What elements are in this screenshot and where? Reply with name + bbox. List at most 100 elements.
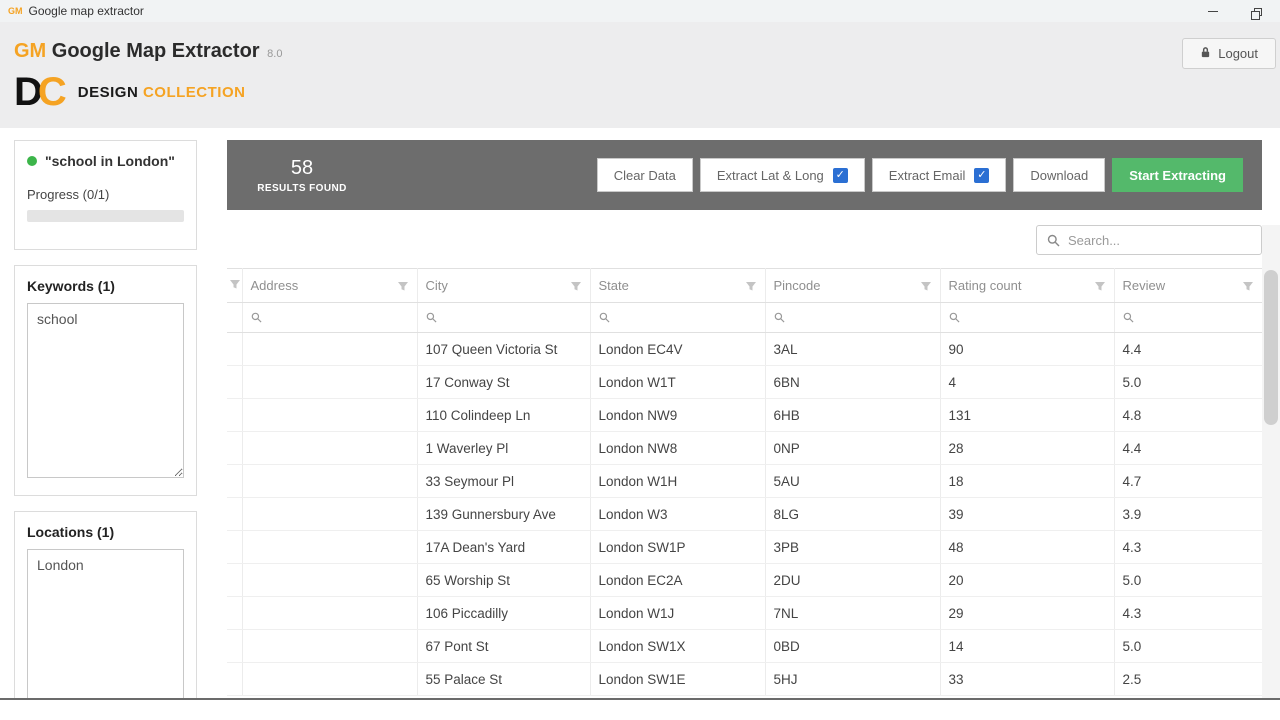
column-header-state[interactable]: State [590, 268, 766, 303]
table-row[interactable]: 106 Piccadilly London W1J 7NL 29 4.3 [227, 596, 1263, 630]
dc-logo-d: D [14, 70, 43, 114]
filter-cell-state[interactable] [590, 302, 766, 333]
cell-address [242, 398, 418, 432]
results-table: Address City State Pincode Rating count … [227, 268, 1263, 696]
cell-city: 139 Gunnersbury Ave [417, 497, 591, 531]
table-row[interactable]: 65 Worship St London EC2A 2DU 20 5.0 [227, 563, 1263, 597]
column-filter-input[interactable] [965, 310, 1106, 325]
filter-cell-city[interactable] [417, 302, 591, 333]
filter-cell-pincode[interactable] [765, 302, 941, 333]
clear-data-button[interactable]: Clear Data [596, 158, 693, 192]
search-box[interactable] [1036, 225, 1262, 255]
cell-pincode: 3PB [765, 530, 941, 564]
table-row[interactable]: 55 Palace St London SW1E 5HJ 33 2.5 [227, 662, 1263, 696]
table-row[interactable]: 139 Gunnersbury Ave London W3 8LG 39 3.9 [227, 497, 1263, 531]
cell-address [242, 365, 418, 399]
filter-funnel-icon[interactable] [745, 280, 757, 292]
cell-review: 5.0 [1114, 563, 1263, 597]
cell-city: 107 Queen Victoria St [417, 332, 591, 366]
cell-address [242, 332, 418, 366]
logout-label: Logout [1218, 46, 1258, 61]
window-bottom-border [0, 698, 1280, 700]
table-row[interactable]: 1 Waverley Pl London NW8 0NP 28 4.4 [227, 431, 1263, 465]
column-filter-input[interactable] [267, 310, 409, 325]
cell-state: London W1H [590, 464, 766, 498]
column-header-partial[interactable] [227, 268, 243, 303]
table-header-row: Address City State Pincode Rating count … [227, 268, 1263, 303]
search-icon [1047, 234, 1060, 247]
filter-funnel-icon[interactable] [229, 278, 241, 290]
extract-email-checkbox[interactable]: ✓ [974, 167, 990, 183]
filter-cell-address[interactable] [242, 302, 418, 333]
filter-row [227, 302, 1263, 333]
table-row[interactable]: 33 Seymour Pl London W1H 5AU 18 4.7 [227, 464, 1263, 498]
filter-search-icon [426, 312, 437, 323]
cell-city: 106 Piccadilly [417, 596, 591, 630]
cell-rating-count: 4 [940, 365, 1115, 399]
download-button[interactable]: Download [1013, 158, 1106, 192]
search-input[interactable] [1068, 232, 1251, 248]
filter-cell-rating-count[interactable] [940, 302, 1115, 333]
filter-funnel-icon[interactable] [1094, 280, 1106, 292]
cell-city: 1 Waverley Pl [417, 431, 591, 465]
extract-latlong-button[interactable]: Extract Lat & Long ✓ [699, 158, 865, 192]
clear-data-label: Clear Data [613, 167, 676, 183]
cell-city: 17 Conway St [417, 365, 591, 399]
app-header: GM Google Map Extractor 8.0 DC DESIGN CO… [0, 22, 1280, 128]
brand-word-design: DESIGN [77, 83, 139, 101]
cell-partial [227, 464, 243, 498]
column-filter-input[interactable] [442, 310, 582, 325]
column-label: Review [1122, 278, 1166, 293]
keywords-title: Keywords (1) [27, 278, 115, 294]
column-label: State [598, 278, 629, 293]
dc-logo: DC [14, 72, 68, 112]
cell-state: London NW9 [590, 398, 766, 432]
cell-state: London SW1E [590, 662, 766, 696]
sidebar: "school in London" Progress (0/1) Keywor… [14, 140, 197, 698]
cell-partial [227, 497, 243, 531]
column-filter-input[interactable] [615, 310, 757, 325]
table-row[interactable]: 17 Conway St London W1T 6BN 4 5.0 [227, 365, 1263, 399]
cell-review: 3.9 [1114, 497, 1263, 531]
column-filter-input[interactable] [790, 310, 932, 325]
filter-funnel-icon[interactable] [1242, 280, 1254, 292]
keywords-input[interactable]: school [27, 303, 184, 478]
column-filter-input[interactable] [1139, 310, 1254, 325]
cell-city: 33 Seymour Pl [417, 464, 591, 498]
column-header-address[interactable]: Address [242, 268, 418, 303]
filter-funnel-icon[interactable] [920, 280, 932, 292]
logout-button[interactable]: Logout [1182, 38, 1276, 69]
table-row[interactable]: 67 Pont St London SW1X 0BD 14 5.0 [227, 629, 1263, 663]
extract-latlong-checkbox[interactable]: ✓ [832, 167, 848, 183]
filter-funnel-icon[interactable] [397, 280, 409, 292]
results-count: 58 [290, 156, 314, 179]
table-row[interactable]: 17A Dean's Yard London SW1P 3PB 48 4.3 [227, 530, 1263, 564]
start-extracting-button[interactable]: Start Extracting [1112, 158, 1243, 192]
brand-word-collection: COLLECTION [142, 83, 246, 101]
window-titlebar: GM Google map extractor [0, 0, 1280, 22]
filter-cell-review[interactable] [1114, 302, 1263, 333]
column-header-review[interactable]: Review [1114, 268, 1263, 303]
scrollbar-thumb[interactable] [1264, 270, 1278, 425]
vertical-scrollbar[interactable] [1262, 225, 1280, 698]
filter-funnel-icon[interactable] [570, 280, 582, 292]
cell-state: London NW8 [590, 431, 766, 465]
cell-address [242, 497, 418, 531]
results-label: RESULTS FOUND [257, 182, 347, 194]
column-header-rating-count[interactable]: Rating count [940, 268, 1115, 303]
table-row[interactable]: 107 Queen Victoria St London EC4V 3AL 90… [227, 332, 1263, 366]
extract-email-button[interactable]: Extract Email ✓ [871, 158, 1007, 192]
cell-rating-count: 39 [940, 497, 1115, 531]
app-icon: GM [8, 6, 23, 16]
column-header-pincode[interactable]: Pincode [765, 268, 941, 303]
download-label: Download [1030, 167, 1089, 183]
minimize-button[interactable] [1190, 0, 1235, 22]
cell-rating-count: 48 [940, 530, 1115, 564]
cell-pincode: 0NP [765, 431, 941, 465]
column-header-city[interactable]: City [417, 268, 591, 303]
restore-button[interactable] [1235, 0, 1280, 22]
table-row[interactable]: 110 Colindeep Ln London NW9 6HB 131 4.8 [227, 398, 1263, 432]
locations-input[interactable]: London [27, 549, 184, 698]
extract-latlong-label: Extract Lat & Long [716, 167, 824, 183]
cell-partial [227, 365, 243, 399]
